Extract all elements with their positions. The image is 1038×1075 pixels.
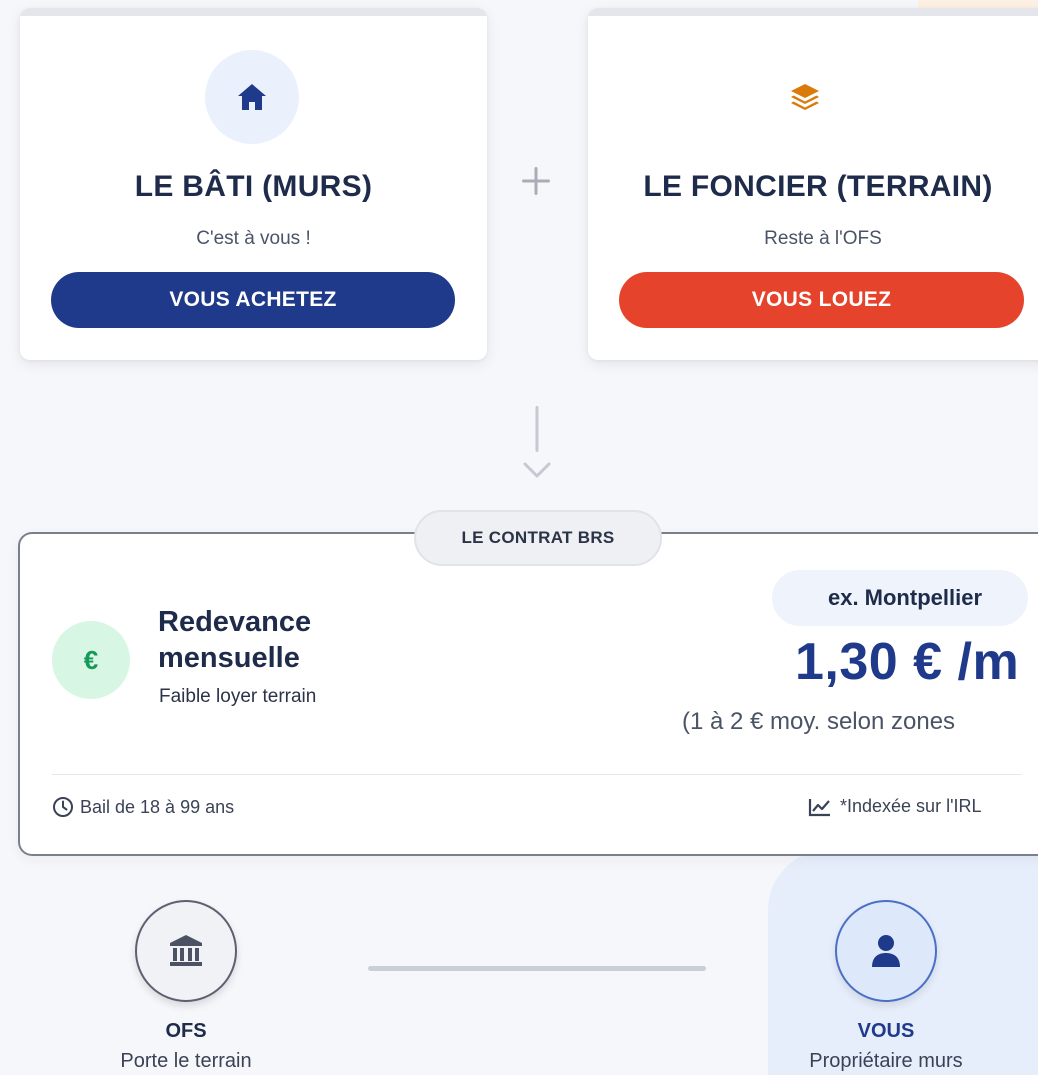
index-text: *Indexée sur l'IRL	[840, 796, 982, 816]
bank-icon	[135, 900, 237, 1002]
foncier-subtitle: Reste à l'OFS	[764, 228, 882, 249]
you-name: VOUS	[857, 1020, 915, 1042]
rent-button[interactable]: VOUS LOUEZ	[619, 272, 1024, 328]
buy-button[interactable]: VOUS ACHETEZ	[51, 272, 455, 328]
you-role: Propriétaire murs	[809, 1050, 963, 1072]
foncier-title: LE FONCIER (TERRAIN)	[643, 170, 993, 203]
bati-title: LE BÂTI (MURS)	[134, 170, 373, 203]
index-info: *Indexée sur l'IRL	[808, 796, 982, 817]
redevance-subtitle: Faible loyer terrain	[159, 686, 317, 707]
price-range: (1 à 2 € moy. selon zones	[682, 708, 956, 735]
home-icon	[205, 50, 299, 144]
layers-icon	[758, 50, 852, 144]
card-top-bar	[588, 8, 1038, 16]
redevance-title: Redevance mensuelle	[158, 606, 312, 674]
euro-icon: €	[52, 621, 130, 699]
divider	[52, 774, 1022, 775]
user-icon	[835, 900, 937, 1002]
lease-text: Bail de 18 à 99 ans	[80, 796, 235, 817]
lease-info: Bail de 18 à 99 ans	[52, 796, 234, 818]
clock-icon	[53, 797, 73, 817]
contract-tag: LE CONTRAT BRS	[414, 510, 662, 566]
price-value: 1,30 € /m	[795, 633, 1020, 691]
bati-card: LE BÂTI (MURS) C'est à vous ! VOUS ACHET…	[20, 8, 487, 360]
card-top-bar	[20, 8, 487, 16]
bati-subtitle: C'est à vous !	[196, 228, 311, 249]
foncier-card: LE FONCIER (TERRAIN) Reste à l'OFS VOUS …	[588, 8, 1038, 360]
ofs-role: Porte le terrain	[120, 1050, 252, 1072]
connector-line	[368, 966, 706, 971]
background-accent	[918, 0, 1038, 8]
arrow-down-icon	[523, 406, 551, 478]
ofs-name: OFS	[165, 1020, 207, 1042]
plus-icon	[522, 167, 550, 195]
city-badge: ex. Montpellier	[772, 570, 1028, 626]
chart-line-icon	[808, 798, 830, 816]
